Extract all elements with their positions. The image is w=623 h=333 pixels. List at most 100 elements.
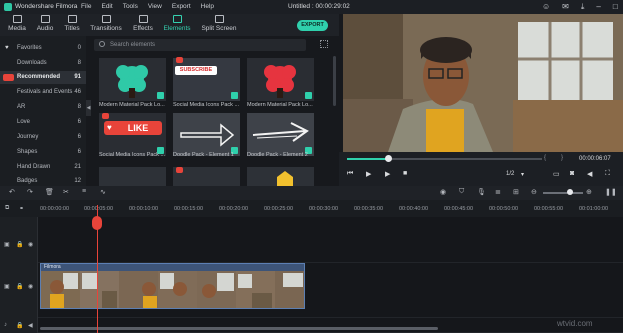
mail-icon[interactable]: ✉ [562,2,569,12]
track-row-1[interactable] [38,217,623,263]
menu-file[interactable]: File [81,3,91,10]
eye-icon[interactable]: ◉ [28,241,33,248]
search-placeholder: Search elements [110,42,156,48]
element-thumbnail[interactable] [99,167,166,186]
play-icon[interactable]: ▶ [385,170,390,178]
download-icon[interactable] [231,92,238,99]
clip-frame-thumbnail [158,271,197,308]
zoom-in-icon[interactable]: ⊕ [586,188,592,196]
redo-icon[interactable]: ↷ [27,188,33,196]
cut-icon[interactable]: ✂ [63,188,69,196]
track-row-audio[interactable] [38,318,623,333]
sidebar-item-hand-drawn[interactable]: Hand Drawn 21 [0,161,86,174]
lock-icon[interactable]: 🔒 [16,241,23,248]
element-thumbnail[interactable]: LIKE ♥ [99,113,166,156]
tab-transitions[interactable]: Transitions [89,15,123,32]
play-backward-icon[interactable]: ▶︎ [366,170,371,178]
previous-frame-icon[interactable]: ⏮ [347,170,353,178]
lock-icon[interactable]: 🔒 [16,322,23,329]
menu-help[interactable]: Help [201,3,214,10]
fullscreen-icon[interactable]: ⛶ [605,170,610,178]
mixer-icon[interactable]: ≣ [495,188,501,196]
audio-wave-icon[interactable]: ∿ [100,188,106,196]
timeline-ruler[interactable]: ⧉ ⚭ 00:00:00:00 00:00:05:00 00:00:10:00 … [0,200,623,217]
add-track-icon[interactable]: ⧉ [5,205,9,212]
filmora-app-window: Wondershare Filmora File Edit Tools View… [0,0,623,333]
microphone-icon[interactable]: 🎙 [477,188,486,196]
sidebar-item-journey[interactable]: Journey 6 [0,131,86,144]
timeline-toolbar [0,186,623,200]
mark-in-icon[interactable]: { [544,155,546,161]
menu-view[interactable]: View [148,3,162,10]
minimize-icon[interactable]: – [596,2,600,12]
clip-frame-thumbnail [80,271,119,308]
snap-icon[interactable]: ⊞ [513,188,519,196]
effects-icon [138,15,148,23]
download-icon[interactable] [305,92,312,99]
text-icon [67,15,77,23]
timeline-horizontal-scrollbar[interactable] [40,327,438,330]
zoom-slider-handle[interactable] [567,189,573,195]
element-thumbnail[interactable]: SUBSCRIBE [173,58,240,101]
stop-icon[interactable]: ■ [403,170,407,177]
pause-marker-icon[interactable]: ❚❚ [605,188,617,196]
element-thumbnail[interactable] [173,113,240,156]
search-input[interactable]: Search elements [94,39,306,51]
heart-icon: ♥ [107,123,112,132]
render-icon[interactable]: ◉ [440,188,446,196]
link-icon[interactable]: ⚭ [19,205,24,212]
lock-icon[interactable]: 🔒 [16,283,23,290]
tab-elements[interactable]: Elements [160,15,194,32]
volume-icon[interactable]: ◀ [28,322,33,329]
element-thumbnail[interactable] [247,167,314,186]
grid-view-icon[interactable] [320,40,328,48]
video-clip[interactable]: Filmora [40,263,305,309]
element-thumbnail[interactable] [247,113,314,156]
volume-icon[interactable]: ◀ [587,170,592,178]
menu-edit[interactable]: Edit [101,3,112,10]
sidebar-item-count: 8 [77,104,81,110]
app-name: Wondershare Filmora [15,3,78,10]
download-icon[interactable] [157,92,164,99]
dropdown-arrow-icon[interactable]: ▾ [521,171,524,178]
snapshot-icon[interactable]: ◙ [570,170,574,177]
sidebar-item-badges[interactable]: Badges 12 [0,175,86,186]
mark-out-icon[interactable]: } [561,155,563,161]
sidebar-item-love[interactable]: Love 6 [0,116,86,129]
preview-seek-handle[interactable] [385,155,392,162]
delete-icon[interactable]: 🗑 [45,188,54,196]
tab-effects[interactable]: Effects [126,15,160,32]
window-controls: ☺ ✉ ⤓ – □ ✕ [542,2,623,12]
sidebar-item-shapes[interactable]: Shapes 6 [0,146,86,159]
display-icon[interactable]: ▭ [553,170,560,178]
sidebar-item-recommended[interactable]: Recommended 91 [0,71,86,84]
menu-tools[interactable]: Tools [123,3,138,10]
sidebar-item-ar[interactable]: AR 8 [0,101,86,114]
menu-export[interactable]: Export [172,3,191,10]
playhead-handle[interactable] [92,216,102,230]
collapse-sidebar-arrow-icon[interactable]: ◀ [86,100,91,116]
undo-icon[interactable]: ↶ [9,188,15,196]
shield-icon[interactable]: ⛉ [459,188,464,196]
element-caption: Doodle Pack - Element 1 [173,152,234,158]
sidebar-item-count: 6 [77,119,81,125]
panel-scrollbar[interactable] [333,56,336,106]
export-button[interactable]: EXPORT [297,20,328,31]
eye-icon[interactable]: ◉ [28,283,33,290]
tab-split-screen[interactable]: Split Screen [200,15,238,32]
tab-titles[interactable]: Titles [55,15,89,32]
element-thumbnail[interactable] [247,58,314,101]
sidebar-item-favorites[interactable]: ♥ Favorites 0 [0,42,86,55]
download-icon[interactable]: ⤓ [581,2,585,12]
sidebar-item-festivals[interactable]: Festivals and Events 46 [0,86,86,99]
zoom-slider-track[interactable] [543,192,583,194]
sidebar-item-label: Journey [17,134,39,140]
element-thumbnail[interactable] [99,58,166,101]
adjust-icon[interactable]: ≡ [82,188,86,195]
account-icon[interactable]: ☺ [542,2,550,12]
sidebar-item-downloads[interactable]: Downloads 8 [0,57,86,70]
element-thumbnail[interactable] [173,167,240,186]
maximize-icon[interactable]: □ [613,2,618,12]
ruler-tick: 00:00:35:00 [354,206,384,212]
zoom-out-icon[interactable]: ⊖ [531,188,537,196]
